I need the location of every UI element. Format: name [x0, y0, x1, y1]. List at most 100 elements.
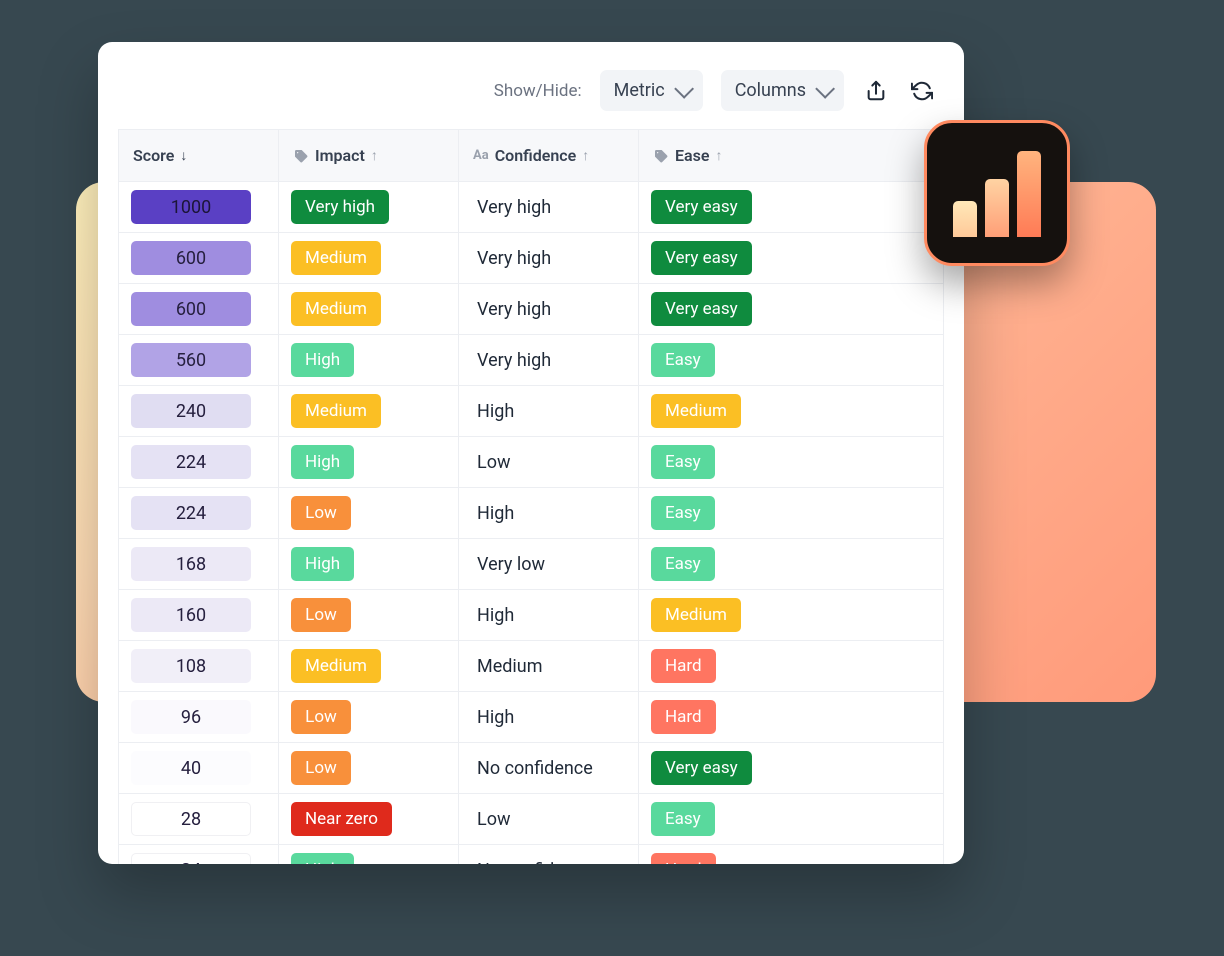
score-pill: 600 — [131, 292, 251, 326]
score-pill: 24 — [131, 853, 251, 864]
table-row[interactable]: 160 Low High Medium — [119, 590, 944, 641]
text-icon: Aa — [473, 148, 489, 163]
column-header-score[interactable]: Score ↓ — [119, 130, 279, 182]
table-row[interactable]: 96 Low High Hard — [119, 692, 944, 743]
column-header-confidence-label: Confidence — [495, 146, 577, 165]
ease-tag: Easy — [651, 343, 715, 377]
refresh-icon — [911, 80, 933, 102]
tag-icon — [653, 148, 669, 164]
confidence-text: Low — [459, 437, 639, 488]
sort-desc-icon: ↓ — [180, 147, 187, 164]
confidence-text: Very high — [459, 233, 639, 284]
ease-tag: Easy — [651, 802, 715, 836]
table-row[interactable]: 108MediumMediumHard — [119, 641, 944, 692]
confidence-text: No confidence — [459, 845, 639, 865]
sort-asc-icon: ↑ — [715, 147, 722, 164]
impact-tag: High — [291, 853, 354, 864]
bar-icon — [1017, 151, 1041, 237]
share-button[interactable] — [862, 77, 890, 105]
score-pill: 560 — [131, 343, 251, 377]
impact-tag: Medium — [291, 241, 381, 275]
score-pill: 600 — [131, 241, 251, 275]
table-row[interactable]: 600 Medium Very high Very easy — [119, 233, 944, 284]
confidence-text: Medium — [459, 641, 639, 692]
confidence-text: High — [459, 590, 639, 641]
columns-dropdown-label: Columns — [735, 80, 806, 101]
columns-dropdown[interactable]: Columns — [721, 70, 844, 111]
tag-icon — [293, 148, 309, 164]
table-row[interactable]: 168 High Very low Easy — [119, 539, 944, 590]
chevron-down-icon — [674, 78, 694, 98]
column-header-impact-label: Impact — [315, 146, 365, 165]
score-pill: 28 — [131, 802, 251, 836]
impact-tag: Medium — [291, 649, 381, 683]
chevron-down-icon — [815, 78, 835, 98]
confidence-text: High — [459, 386, 639, 437]
ease-tag: Hard — [651, 700, 716, 734]
score-pill: 224 — [131, 445, 251, 479]
toolbar: Show/Hide: Metric Columns — [98, 60, 964, 129]
ease-tag: Hard — [651, 853, 716, 864]
ease-tag: Very easy — [651, 190, 752, 224]
score-pill: 160 — [131, 598, 251, 632]
score-pill: 1000 — [131, 190, 251, 224]
impact-tag: Medium — [291, 394, 381, 428]
confidence-text: High — [459, 488, 639, 539]
sort-asc-icon: ↑ — [582, 147, 589, 164]
table-row[interactable]: 24 High No confidence Hard — [119, 845, 944, 865]
sort-asc-icon: ↑ — [371, 147, 378, 164]
confidence-text: Low — [459, 794, 639, 845]
table-row[interactable]: 28 Near zero Low Easy — [119, 794, 944, 845]
table-row[interactable]: 224 High Low Easy — [119, 437, 944, 488]
confidence-text: No confidence — [459, 743, 639, 794]
impact-tag: Near zero — [291, 802, 392, 836]
table-row[interactable]: 600 Medium Very high Very easy — [119, 284, 944, 335]
ease-tag: Medium — [651, 598, 741, 632]
confidence-text: Very low — [459, 539, 639, 590]
column-header-ease-label: Ease — [675, 146, 709, 165]
confidence-text: High — [459, 692, 639, 743]
impact-tag: High — [291, 343, 354, 377]
confidence-text: Very high — [459, 182, 639, 233]
table-row[interactable]: 240 Medium High Medium — [119, 386, 944, 437]
table-row[interactable]: 1000 Very high Very high Very easy — [119, 182, 944, 233]
table-row[interactable]: 560 High Very high Easy — [119, 335, 944, 386]
column-header-ease[interactable]: Ease ↑ — [639, 130, 944, 182]
column-header-score-label: Score — [133, 146, 174, 165]
bar-icon — [953, 201, 977, 237]
table-card: Show/Hide: Metric Columns Score ↓ — [98, 42, 964, 864]
score-pill: 168 — [131, 547, 251, 581]
metric-dropdown-label: Metric — [614, 80, 665, 101]
impact-tag: Low — [291, 496, 351, 530]
score-pill: 96 — [131, 700, 251, 734]
impact-tag: Medium — [291, 292, 381, 326]
bar-icon — [985, 179, 1009, 237]
score-pill: 224 — [131, 496, 251, 530]
share-icon — [865, 80, 887, 102]
chart-app-icon — [924, 120, 1070, 266]
ease-tag: Easy — [651, 547, 715, 581]
metric-dropdown[interactable]: Metric — [600, 70, 703, 111]
ease-tag: Very easy — [651, 751, 752, 785]
ease-tag: Easy — [651, 445, 715, 479]
confidence-text: Very high — [459, 284, 639, 335]
score-pill: 240 — [131, 394, 251, 428]
impact-tag: Very high — [291, 190, 389, 224]
ease-tag: Very easy — [651, 292, 752, 326]
ease-tag: Medium — [651, 394, 741, 428]
score-table: Score ↓ Impact ↑ — [118, 129, 944, 864]
refresh-button[interactable] — [908, 77, 936, 105]
impact-tag: Low — [291, 598, 351, 632]
column-header-impact[interactable]: Impact ↑ — [279, 130, 459, 182]
table-row[interactable]: 40LowNo confidenceVery easy — [119, 743, 944, 794]
impact-tag: High — [291, 445, 354, 479]
impact-tag: High — [291, 547, 354, 581]
ease-tag: Hard — [651, 649, 716, 683]
score-pill: 40 — [131, 751, 251, 785]
showhide-label: Show/Hide: — [494, 81, 582, 101]
ease-tag: Very easy — [651, 241, 752, 275]
column-header-confidence[interactable]: Aa Confidence ↑ — [459, 130, 639, 182]
table-row[interactable]: 224LowHighEasy — [119, 488, 944, 539]
confidence-text: Very high — [459, 335, 639, 386]
impact-tag: Low — [291, 700, 351, 734]
